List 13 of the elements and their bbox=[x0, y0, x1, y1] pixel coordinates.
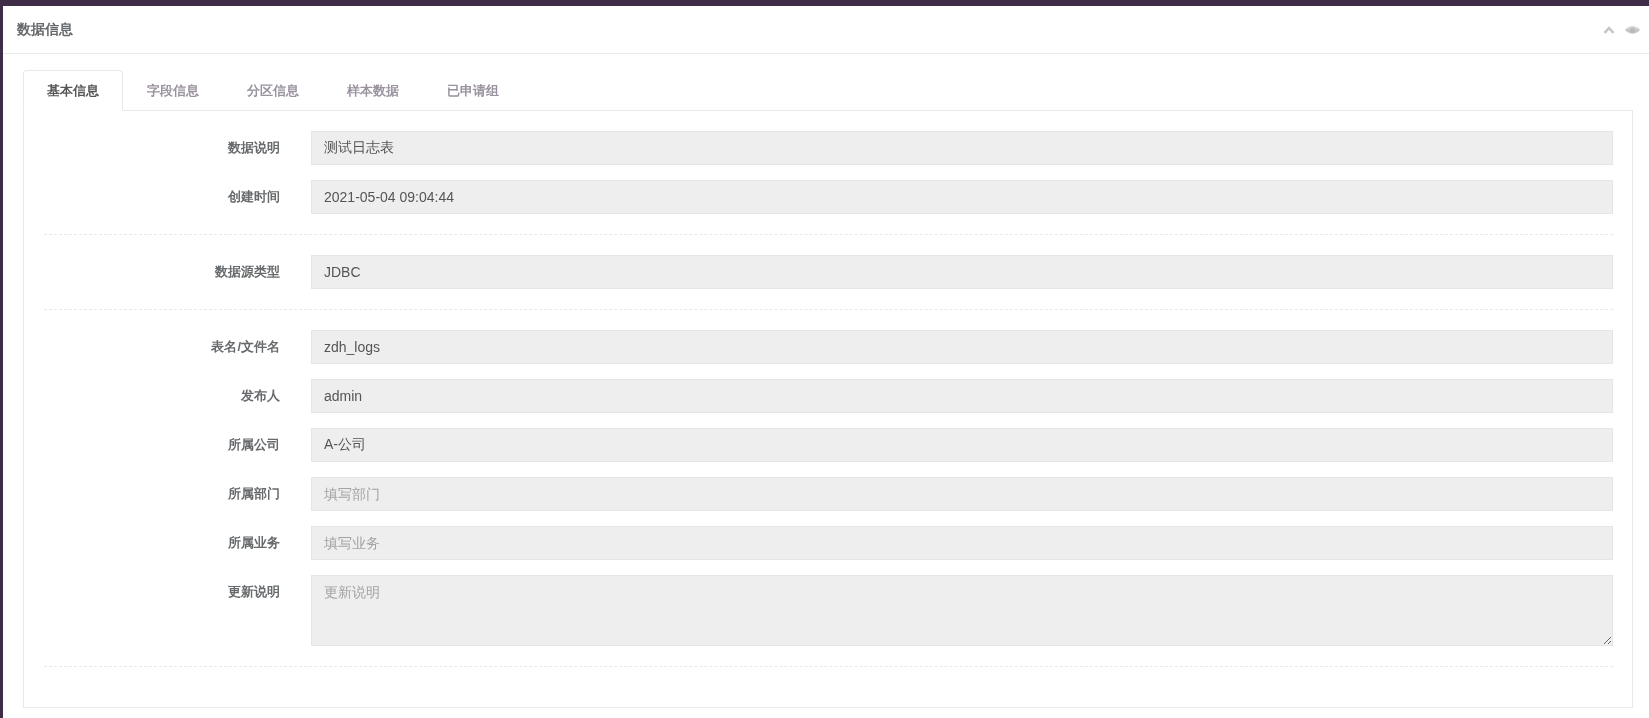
field-label: 所属业务 bbox=[228, 534, 280, 552]
field-label: 所属部门 bbox=[228, 485, 280, 503]
field-label: 表名/文件名 bbox=[211, 338, 280, 356]
field-label: 更新说明 bbox=[228, 583, 280, 601]
tab[interactable]: 基本信息 bbox=[23, 70, 123, 111]
panel-title: 数据信息 bbox=[17, 20, 73, 39]
chevron-up-icon[interactable] bbox=[1603, 25, 1615, 34]
field-label: 所属公司 bbox=[228, 436, 280, 454]
field-label: 数据源类型 bbox=[215, 263, 280, 281]
field-label: 创建时间 bbox=[228, 188, 280, 206]
field-label: 发布人 bbox=[241, 387, 280, 405]
eye-icon[interactable] bbox=[1625, 24, 1640, 35]
field-label: 数据说明 bbox=[228, 139, 280, 157]
